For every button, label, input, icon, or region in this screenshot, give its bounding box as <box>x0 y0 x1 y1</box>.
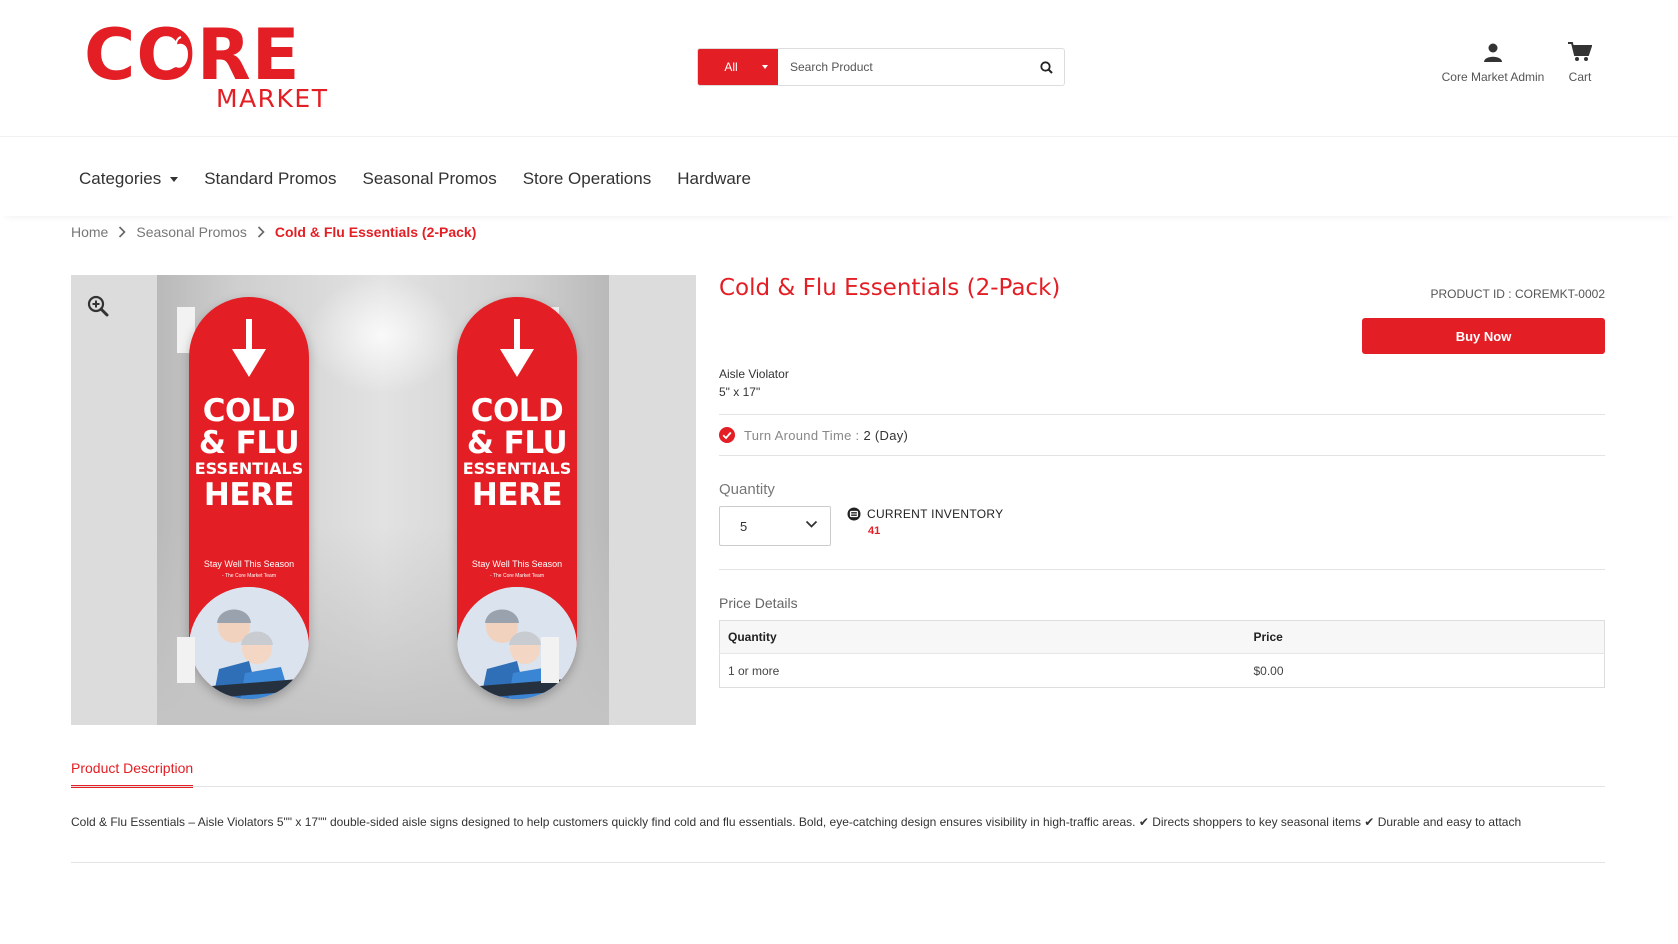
divider <box>71 862 1605 863</box>
core-market-logo[interactable]: CORE MARKET <box>84 20 329 112</box>
chevron-right-icon <box>118 226 126 238</box>
caret-down-icon <box>170 176 179 182</box>
table-cell: 1 or more <box>728 663 780 678</box>
kids-photo <box>189 587 309 699</box>
cart-label: Cart <box>1568 70 1592 84</box>
caret-down-icon <box>762 65 768 69</box>
sign-team: - The Core Market Team <box>489 573 544 579</box>
sign-text: HERE <box>203 477 295 513</box>
nav-item-label: Standard Promos <box>204 169 337 188</box>
product-description-text: Cold & Flu Essentials – Aisle Violators … <box>71 815 1522 829</box>
search-category-dropdown[interactable]: All <box>698 49 778 85</box>
sign-team: - The Core Market Team <box>221 573 276 579</box>
tab-product-description[interactable]: Product Description <box>71 760 194 788</box>
user-account-link[interactable]: Core Market Admin <box>1430 42 1556 84</box>
product-type: Aisle Violator <box>719 367 789 381</box>
sign-text: COLD <box>202 393 296 429</box>
breadcrumb: Home Seasonal Promos Cold & Flu Essentia… <box>71 224 476 240</box>
nav-item-standard-promos[interactable]: Standard Promos <box>204 169 336 189</box>
main-navigation: Categories Standard Promos Seasonal Prom… <box>0 136 1678 216</box>
table-row: 1 or more $0.00 <box>720 654 1605 688</box>
kids-photo <box>457 587 577 699</box>
product-photo: COLD & FLU ESSENTIALS HERE Stay Well Thi… <box>157 275 609 725</box>
cart-link[interactable]: Cart <box>1560 42 1600 84</box>
quantity-select[interactable]: 5 <box>719 506 831 546</box>
aisle-sign-right: COLD & FLU ESSENTIALS HERE Stay Well Thi… <box>457 297 577 699</box>
table-header: Quantity <box>719 620 1246 654</box>
nav-item-categories[interactable]: Categories <box>79 169 179 189</box>
current-inventory: CURRENT INVENTORY 41 <box>847 507 1003 537</box>
chevron-right-icon <box>257 226 265 238</box>
divider <box>719 569 1605 570</box>
aisle-sign-left: COLD & FLU ESSENTIALS HERE Stay Well Thi… <box>189 297 309 699</box>
sign-text: ESSENTIALS <box>462 459 572 478</box>
sign-text: ESSENTIALS <box>194 459 304 478</box>
search-input[interactable] <box>778 49 1028 85</box>
turnaround-time: Turn Around Time : 2 (Day) <box>719 427 908 443</box>
product-specs: Aisle Violator 5" x 17" <box>719 365 789 401</box>
table-header: Price <box>1245 620 1605 654</box>
sign-text: & FLU <box>466 425 568 461</box>
logo-wordmark: CORE <box>84 20 301 90</box>
zoom-in-button[interactable] <box>87 295 109 322</box>
table-header-row: Quantity Price <box>719 620 1605 654</box>
user-label: Core Market Admin <box>1441 70 1545 84</box>
breadcrumb-seasonal-promos[interactable]: Seasonal Promos <box>136 224 247 240</box>
zoom-in-icon <box>87 295 109 317</box>
breadcrumb-current: Cold & Flu Essentials (2-Pack) <box>274 224 477 240</box>
sign-text: & FLU <box>198 425 300 461</box>
nav-item-label: Hardware <box>677 169 751 188</box>
quantity-value: 5 <box>740 518 748 534</box>
search-icon <box>1039 60 1053 74</box>
apple-icon <box>164 36 188 68</box>
search-bar: All <box>697 48 1065 86</box>
tat-label: Turn Around Time : <box>744 427 860 443</box>
buy-now-button[interactable]: Buy Now <box>1362 318 1605 354</box>
inventory-icon <box>847 507 861 521</box>
product-id: PRODUCT ID : COREMKT-0002 <box>1430 287 1605 301</box>
sign-tagline: Stay Well This Season <box>471 559 563 569</box>
nav-item-seasonal-promos[interactable]: Seasonal Promos <box>363 169 497 189</box>
sign-text: HERE <box>471 477 563 513</box>
nav-item-hardware[interactable]: Hardware <box>677 169 751 189</box>
divider <box>71 786 1605 787</box>
quantity-label: Quantity <box>719 481 775 498</box>
user-icon <box>1484 43 1502 62</box>
sign-tagline: Stay Well This Season <box>203 559 295 569</box>
chevron-down-icon <box>805 520 818 528</box>
divider <box>719 455 1605 456</box>
product-image-gallery[interactable]: COLD & FLU ESSENTIALS HERE Stay Well Thi… <box>71 275 696 725</box>
site-header: CORE MARKET All Core Market Admin <box>0 0 1678 136</box>
tat-value: 2 (Day) <box>863 427 909 443</box>
check-circle-icon <box>719 427 735 443</box>
search-button[interactable] <box>1028 49 1064 85</box>
nav-item-label: Store Operations <box>522 169 652 188</box>
sign-text: COLD <box>470 393 564 429</box>
product-title: Cold & Flu Essentials (2-Pack) <box>719 275 1061 301</box>
price-table: Quantity Price 1 or more $0.00 <box>719 620 1605 688</box>
search-category-label: All <box>724 60 738 74</box>
product-size: 5" x 17" <box>719 385 761 399</box>
inventory-value: 41 <box>868 525 881 537</box>
table-cell: $0.00 <box>1253 663 1284 678</box>
price-details-label: Price Details <box>719 595 798 611</box>
cart-icon <box>1568 42 1593 61</box>
arrow-down-icon <box>232 319 266 377</box>
logo-sub-text: MARKET <box>216 84 329 113</box>
nav-item-label: Seasonal Promos <box>362 169 497 188</box>
nav-item-label: Categories <box>79 169 162 188</box>
arrow-down-icon <box>500 319 534 377</box>
inventory-label: CURRENT INVENTORY <box>867 507 1004 521</box>
divider <box>719 414 1605 415</box>
breadcrumb-home[interactable]: Home <box>71 224 108 240</box>
nav-item-store-operations[interactable]: Store Operations <box>523 169 652 189</box>
